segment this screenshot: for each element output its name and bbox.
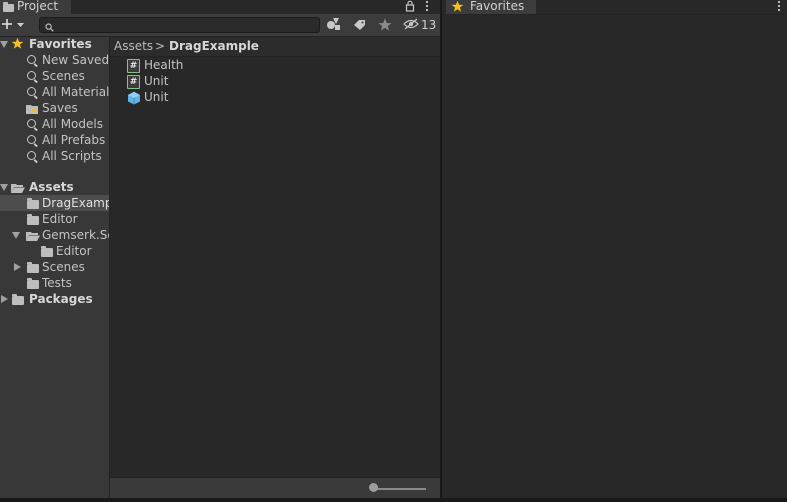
folder-open-icon	[11, 182, 25, 195]
folder-icon	[12, 294, 24, 305]
search-icon	[27, 151, 36, 160]
favorites-panel	[442, 0, 787, 498]
folder-icon	[3, 2, 14, 12]
asset-item-unit-script[interactable]: # Unit	[127, 74, 247, 90]
hidden-count: 13	[421, 18, 437, 32]
folder-icon	[27, 262, 39, 273]
prefab-icon	[127, 91, 141, 108]
favorites-panel-menu-icon[interactable]	[776, 0, 782, 12]
tab-favorites-label: Favorites	[470, 0, 525, 13]
expand-arrow-icon[interactable]	[0, 184, 8, 191]
tree-label-favorites: Favorites	[29, 37, 92, 51]
favorites-item-all-scripts[interactable]: All Scripts	[0, 148, 109, 164]
breadcrumb: Assets > DragExample	[110, 37, 440, 57]
favorites-item-saves[interactable]: Saves	[0, 100, 109, 116]
tree-packages-root[interactable]: Packages	[0, 291, 109, 307]
favorites-item-all-models[interactable]: All Models	[0, 116, 109, 132]
folder-icon	[27, 198, 39, 209]
add-button[interactable]	[1, 15, 27, 34]
breadcrumb-root[interactable]: Assets	[114, 39, 153, 53]
favorites-panel-header-line	[442, 14, 787, 15]
tree-label-packages: Packages	[29, 292, 93, 306]
favorite-folder-icon	[26, 103, 39, 116]
tree-label-assets: Assets	[29, 180, 74, 194]
search-icon	[27, 71, 36, 80]
asset-item-health-script[interactable]: # Health	[127, 58, 247, 74]
assets-item-dragexample[interactable]: DragExample	[0, 195, 109, 211]
tab-favorites[interactable]: Favorites	[446, 0, 536, 14]
hidden-packages-toggle[interactable]: 13	[399, 15, 440, 34]
lock-icon[interactable]	[405, 0, 415, 12]
favorites-item-scenes[interactable]: Scenes	[0, 68, 109, 84]
expand-arrow-icon[interactable]	[0, 41, 8, 48]
tree-assets-root[interactable]: Assets	[0, 179, 109, 195]
save-search-star-button[interactable]	[373, 15, 397, 34]
csharp-script-icon: #	[127, 59, 140, 73]
search-icon	[27, 87, 36, 96]
folder-icon	[27, 278, 39, 289]
asset-name: Health	[144, 58, 184, 72]
icon-size-slider-track[interactable]	[374, 488, 426, 490]
search-icon	[27, 119, 36, 128]
panel-menu-icon[interactable]	[424, 0, 430, 12]
assets-item-tests[interactable]: Tests	[0, 275, 109, 291]
collapse-arrow-icon[interactable]	[14, 263, 21, 271]
assets-item-editor[interactable]: Editor	[0, 211, 109, 227]
asset-footer	[110, 477, 440, 499]
assets-item-gemserk[interactable]: Gemserk.Se	[0, 227, 109, 243]
icon-size-slider-thumb[interactable]	[369, 483, 378, 492]
star-icon	[11, 37, 24, 52]
folder-open-icon	[26, 230, 40, 243]
favorites-item-all-prefabs[interactable]: All Prefabs	[0, 132, 109, 148]
favorites-item-new-saved[interactable]: New Saved	[0, 52, 109, 68]
filter-by-type-button[interactable]	[322, 15, 346, 34]
collapse-arrow-icon[interactable]	[1, 295, 8, 303]
eye-slash-icon	[403, 18, 419, 33]
assets-item-gemserk-editor[interactable]: Editor	[0, 243, 109, 259]
asset-item-unit-prefab[interactable]: Unit	[127, 90, 247, 106]
search-icon	[27, 135, 36, 144]
filter-by-label-button[interactable]	[347, 15, 371, 34]
expand-arrow-icon[interactable]	[12, 232, 20, 239]
favorites-item-all-materials[interactable]: All Materials	[0, 84, 109, 100]
search-icon	[45, 21, 54, 35]
folder-icon	[41, 246, 53, 257]
asset-name: Unit	[144, 90, 169, 104]
folder-icon	[27, 214, 39, 225]
csharp-script-icon: #	[127, 75, 140, 89]
assets-item-scenes[interactable]: Scenes	[0, 259, 109, 275]
tree-favorites-root[interactable]: Favorites	[0, 36, 109, 52]
search-input[interactable]	[39, 17, 320, 33]
breadcrumb-current[interactable]: DragExample	[169, 39, 259, 53]
tab-project[interactable]: Project	[0, 0, 71, 14]
asset-name: Unit	[144, 74, 169, 88]
bottom-edge	[0, 498, 787, 502]
search-icon	[27, 55, 36, 64]
breadcrumb-separator-icon: >	[155, 39, 166, 53]
tab-project-label: Project	[17, 0, 59, 13]
